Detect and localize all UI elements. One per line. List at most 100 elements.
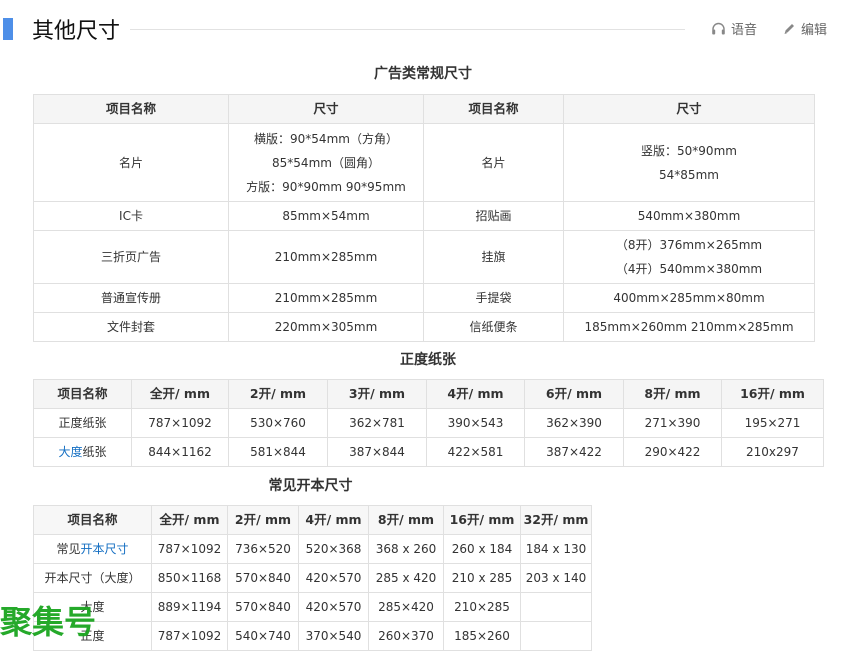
size-cell: 184 x 130 <box>520 534 592 564</box>
size-cell: 210x297 <box>721 437 824 467</box>
item-name-cell: 正度纸张 <box>33 408 132 438</box>
size-cell: 368 x 260 <box>368 534 444 564</box>
size-cell: 210 x 285 <box>443 563 521 593</box>
table1-caption: 广告类常规尺寸 <box>374 66 472 82</box>
item-name-cell: 名片 <box>33 123 229 202</box>
inline-link[interactable]: 开本尺寸 <box>81 542 129 556</box>
column-header: 3开/ mm <box>327 379 427 409</box>
table3-caption: 常见开本尺寸 <box>268 478 353 494</box>
size-cell: 787×1092 <box>151 534 228 564</box>
format-size-table: 项目名称 全开/ mm 2开/ mm 4开/ mm 8开/ mm 16开/ mm 32开/ … <box>33 505 592 651</box>
size-line: 85*54mm（圆角） <box>272 155 380 170</box>
paper-size-table: 项目名称 全开/ mm 2开/ mm 3开/ mm 4开/ mm 6开/ mm 8开/ mm… <box>33 379 824 467</box>
size-cell: 422×581 <box>426 437 525 467</box>
size-cell: 195×271 <box>721 408 824 438</box>
size-cell: 370×540 <box>298 621 369 651</box>
column-header: 16开/ mm <box>443 505 521 535</box>
table-row: 文件封套 220mm×305mm 信纸便条 185mm×260mm 210mm×285… <box>33 312 815 342</box>
item-name-cell: 信纸便条 <box>423 312 564 342</box>
voice-button[interactable]: 语音 <box>711 19 757 38</box>
size-line: 210mm×285mm <box>274 291 378 305</box>
size-cell: 540mm×380mm <box>563 201 815 231</box>
size-cell: 520×368 <box>298 534 369 564</box>
table2-caption: 正度纸张 <box>400 352 456 368</box>
header-divider <box>130 29 685 30</box>
cell-text[interactable]: 常见开本尺寸 <box>56 542 128 556</box>
size-cell: 260 x 184 <box>443 534 521 564</box>
size-line: （8开）376mm×265mm <box>615 238 763 252</box>
column-header: 项目名称 <box>423 94 564 124</box>
size-cell: 530×760 <box>228 408 328 438</box>
size-cell: 736×520 <box>227 534 299 564</box>
table-row: 大度纸张 844×1162 581×844 387×844 422×581 387×422… <box>33 437 824 467</box>
table-row: 开本尺寸（大度） 850×1168 570×840 420×570 285 x 420 2… <box>33 563 592 593</box>
column-header: 4开/ mm <box>426 379 525 409</box>
size-cell: 185mm×260mm 210mm×285mm <box>563 312 815 342</box>
item-name-cell: 名片 <box>423 123 564 202</box>
inline-link[interactable]: 大度 <box>58 445 82 459</box>
section-header: 其他尺寸 语音 编辑 <box>0 10 850 46</box>
item-name-cell: 常见开本尺寸 <box>33 534 152 564</box>
size-cell: 420×570 <box>298 563 369 593</box>
size-cell: （8开）376mm×265mm （4开）540mm×380mm <box>563 230 815 284</box>
size-cell: 横版：90*54mm（方角） 85*54mm（圆角） 方版：90*90mm 90*9… <box>228 123 424 202</box>
column-header: 4开/ mm <box>298 505 369 535</box>
column-header: 6开/ mm <box>524 379 624 409</box>
column-header: 8开/ mm <box>368 505 444 535</box>
watermark-logo: 聚集号 <box>0 603 97 641</box>
size-cell: 285 x 420 <box>368 563 444 593</box>
column-header: 尺寸 <box>228 94 424 124</box>
size-cell: 210×285 <box>443 592 521 622</box>
table-row: 名片 横版：90*54mm（方角） 85*54mm（圆角） 方版：90*90mm 90… <box>33 123 815 202</box>
table-row: 正度 787×1092 540×740 370×540 260×370 185×260 <box>33 621 592 651</box>
column-header: 项目名称 <box>33 379 132 409</box>
size-line: 横版：90*54mm（方角） <box>254 131 398 146</box>
column-header: 项目名称 <box>33 505 152 535</box>
size-cell: 362×781 <box>327 408 427 438</box>
edit-button[interactable]: 编辑 <box>783 19 827 38</box>
size-cell <box>520 621 592 651</box>
size-cell: 271×390 <box>623 408 722 438</box>
size-cell: 787×1092 <box>151 621 228 651</box>
size-cell: 362×390 <box>524 408 624 438</box>
item-name-cell: 招贴画 <box>423 201 564 231</box>
column-header: 尺寸 <box>563 94 815 124</box>
size-line: 方版：90*90mm 90*95mm <box>246 179 406 194</box>
size-cell: 387×422 <box>524 437 624 467</box>
size-cell: 185×260 <box>443 621 521 651</box>
column-header: 16开/ mm <box>721 379 824 409</box>
size-cell: 844×1162 <box>131 437 229 467</box>
size-line: 400mm×285mm×80mm <box>613 291 765 305</box>
item-name-cell: 挂旗 <box>423 230 564 284</box>
item-name-cell: 大度纸张 <box>33 437 132 467</box>
column-header: 2开/ mm <box>227 505 299 535</box>
size-cell: 290×422 <box>623 437 722 467</box>
size-cell: 220mm×305mm <box>228 312 424 342</box>
column-header: 项目名称 <box>33 94 229 124</box>
table-header-row: 项目名称 尺寸 项目名称 尺寸 <box>33 94 815 124</box>
size-line: （4开）540mm×380mm <box>615 262 763 276</box>
pencil-icon <box>784 24 794 34</box>
size-line: 85mm×54mm <box>282 209 370 223</box>
size-cell: 85mm×54mm <box>228 201 424 231</box>
size-cell: 889×1194 <box>151 592 228 622</box>
table-row: 常见开本尺寸 787×1092 736×520 520×368 368 x 260 260… <box>33 534 592 564</box>
section-title: 其他尺寸 <box>32 19 121 44</box>
cell-text[interactable]: 大度纸张 <box>58 445 106 459</box>
voice-label: 语音 <box>731 23 758 38</box>
size-line: 竖版：50*90mm <box>641 143 737 158</box>
size-line: 54*85mm <box>659 167 719 182</box>
item-name-cell: 手提袋 <box>423 283 564 313</box>
size-cell: 581×844 <box>228 437 328 467</box>
ad-size-table: 项目名称 尺寸 项目名称 尺寸 名片 横版：90*54mm（方角） 85*54mm（… <box>33 94 815 342</box>
table-row: 大度 889×1194 570×840 420×570 285×420 210×285 <box>33 592 592 622</box>
size-cell: 260×370 <box>368 621 444 651</box>
column-header: 2开/ mm <box>228 379 328 409</box>
size-cell: 850×1168 <box>151 563 228 593</box>
column-header: 32开/ mm <box>520 505 592 535</box>
size-line: 185mm×260mm 210mm×285mm <box>584 320 794 334</box>
item-name-cell: 三折页广告 <box>33 230 229 284</box>
size-cell <box>520 592 592 622</box>
item-name-cell: 文件封套 <box>33 312 229 342</box>
column-header: 全开/ mm <box>131 379 229 409</box>
